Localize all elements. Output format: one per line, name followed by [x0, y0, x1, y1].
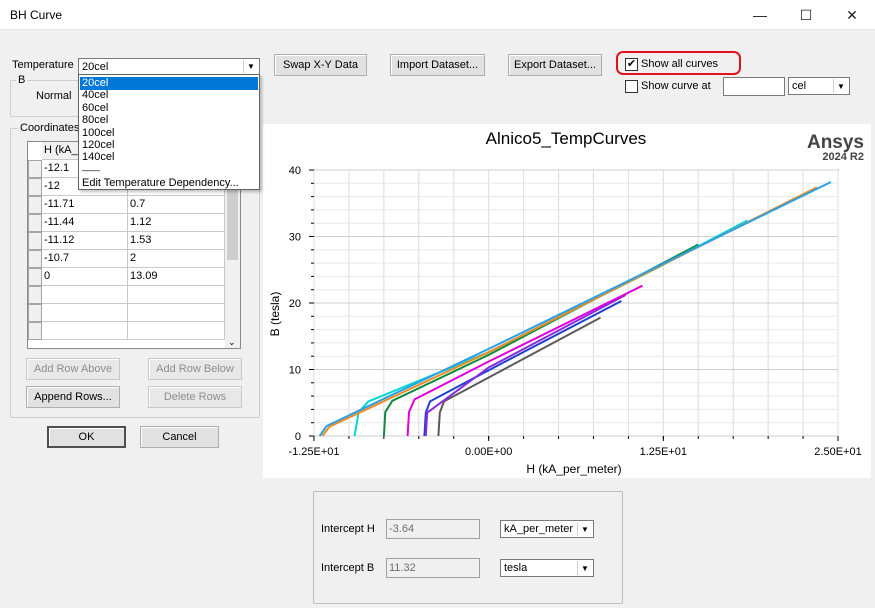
- minimize-button[interactable]: —: [737, 0, 783, 30]
- row-header[interactable]: [28, 160, 42, 178]
- temperature-option[interactable]: 80cel: [80, 114, 258, 127]
- cell-b[interactable]: 1.53: [128, 232, 225, 250]
- chevron-down-icon: ▼: [833, 79, 848, 93]
- y-tick-label: 0: [295, 431, 301, 443]
- row-header[interactable]: [28, 196, 42, 214]
- chevron-down-icon: ▼: [243, 60, 258, 73]
- chevron-down-icon: ▼: [577, 522, 592, 536]
- y-tick-label: 40: [289, 165, 301, 177]
- show-all-curves-checkbox[interactable]: ✔: [625, 58, 638, 71]
- intercept-h-unit: kA_per_meter: [504, 523, 574, 535]
- bh-chart[interactable]: Alnico5_TempCurves Ansys 2024 R2 H (kA_p…: [263, 124, 871, 478]
- y-axis-label: B (tesla): [268, 292, 282, 337]
- temperature-selected: 20cel: [82, 61, 109, 73]
- show-curve-unit-combo[interactable]: cel ▼: [788, 77, 850, 95]
- row-header[interactable]: [28, 268, 42, 286]
- show-curve-unit-selected: cel: [792, 80, 807, 92]
- y-tick-label: 10: [289, 365, 301, 377]
- intercept-b-label: Intercept B: [321, 562, 375, 574]
- show-curve-at-checkbox[interactable]: [625, 80, 638, 93]
- chart-panel: Alnico5_TempCurves Ansys 2024 R2 H (kA_p…: [263, 124, 871, 478]
- cell-h[interactable]: [42, 286, 128, 304]
- temperature-option[interactable]: 140cel: [80, 151, 258, 164]
- row-header[interactable]: [28, 322, 42, 340]
- intercept-h-field: -3.64: [386, 519, 480, 539]
- x-tick-label: 2.50E+01: [814, 446, 861, 458]
- checkmark-icon: ✔: [626, 58, 637, 70]
- swap-xy-button[interactable]: Swap X-Y Data: [274, 54, 367, 76]
- dropdown-separator: ——: [82, 165, 100, 175]
- add-row-below-button[interactable]: Add Row Below: [148, 358, 242, 380]
- cell-h[interactable]: -11.12: [42, 232, 128, 250]
- x-tick-label: 1.25E+01: [640, 446, 687, 458]
- cell-h[interactable]: 0: [42, 268, 128, 286]
- brand-logo: Ansys: [807, 132, 864, 153]
- ok-button[interactable]: OK: [47, 426, 126, 448]
- cell-b[interactable]: [128, 322, 225, 340]
- maximize-button[interactable]: ☐: [783, 0, 829, 30]
- delete-rows-button[interactable]: Delete Rows: [148, 386, 242, 408]
- chevron-down-icon: ▼: [577, 561, 592, 575]
- cell-h[interactable]: -10.7: [42, 250, 128, 268]
- cell-b[interactable]: 0.7: [128, 196, 225, 214]
- window-title: BH Curve: [10, 8, 63, 22]
- cell-b[interactable]: [128, 304, 225, 322]
- intercept-h-unit-combo[interactable]: kA_per_meter ▼: [500, 520, 594, 538]
- y-tick-label: 20: [289, 298, 301, 310]
- cell-h[interactable]: -11.71: [42, 196, 128, 214]
- cell-b[interactable]: [128, 286, 225, 304]
- b-group-label: B: [16, 74, 28, 86]
- show-all-curves-label: Show all curves: [641, 58, 719, 70]
- temperature-option[interactable]: 60cel: [80, 102, 258, 115]
- show-curve-at-label: Show curve at: [641, 80, 711, 92]
- row-header[interactable]: [28, 178, 42, 196]
- x-axis-label: H (kA_per_meter): [526, 462, 621, 476]
- row-header[interactable]: [28, 286, 42, 304]
- temperature-option[interactable]: 100cel: [80, 127, 258, 140]
- coordinates-label: Coordinates: [18, 122, 82, 134]
- intercept-b-unit: tesla: [504, 562, 528, 574]
- temperature-label: Temperature: [12, 59, 74, 71]
- brand-version: 2024 R2: [822, 151, 864, 163]
- b-mode-normal[interactable]: Normal: [36, 90, 71, 102]
- add-row-above-button[interactable]: Add Row Above: [26, 358, 120, 380]
- x-tick-label: -1.25E+01: [288, 446, 339, 458]
- scroll-down-icon[interactable]: ⌄: [228, 337, 236, 348]
- minimize-icon: —: [753, 7, 767, 23]
- append-rows-button[interactable]: Append Rows...: [26, 386, 120, 408]
- y-tick-label: 30: [289, 232, 301, 244]
- intercepts-group: [313, 491, 623, 604]
- maximize-icon: ☐: [799, 6, 813, 23]
- temperature-option[interactable]: 120cel: [80, 139, 258, 152]
- cancel-button[interactable]: Cancel: [140, 426, 219, 448]
- intercept-b-unit-combo[interactable]: tesla ▼: [500, 559, 594, 577]
- intercept-h-label: Intercept H: [321, 523, 375, 535]
- chart-title: Alnico5_TempCurves: [486, 129, 647, 148]
- temperature-option[interactable]: 40cel: [80, 89, 258, 102]
- export-dataset-button[interactable]: Export Dataset...: [508, 54, 602, 76]
- cell-h[interactable]: -11.44: [42, 214, 128, 232]
- row-header[interactable]: [28, 232, 42, 250]
- import-dataset-button[interactable]: Import Dataset...: [390, 54, 485, 76]
- close-icon: ✕: [846, 6, 858, 23]
- cell-h[interactable]: [42, 322, 128, 340]
- cell-h[interactable]: [42, 304, 128, 322]
- intercept-b-field: 11.32: [386, 558, 480, 578]
- temperature-option[interactable]: Edit Temperature Dependency...: [80, 177, 258, 190]
- temperature-dropdown-list[interactable]: 20cel 40cel 60cel 80cel 100cel 120cel 140cel ——…: [78, 74, 260, 190]
- show-curve-at-input[interactable]: [723, 77, 785, 96]
- cell-b[interactable]: 2: [128, 250, 225, 268]
- temperature-option[interactable]: 20cel: [80, 77, 258, 90]
- row-header[interactable]: [28, 250, 42, 268]
- close-button[interactable]: ✕: [829, 0, 875, 30]
- x-tick-label: 0.00E+00: [465, 446, 512, 458]
- cell-b[interactable]: 1.12: [128, 214, 225, 232]
- temperature-combo[interactable]: 20cel ▼: [78, 58, 260, 75]
- scrollbar-thumb[interactable]: [227, 178, 238, 260]
- cell-b[interactable]: 13.09: [128, 268, 225, 286]
- row-header[interactable]: [28, 304, 42, 322]
- row-header[interactable]: [28, 214, 42, 232]
